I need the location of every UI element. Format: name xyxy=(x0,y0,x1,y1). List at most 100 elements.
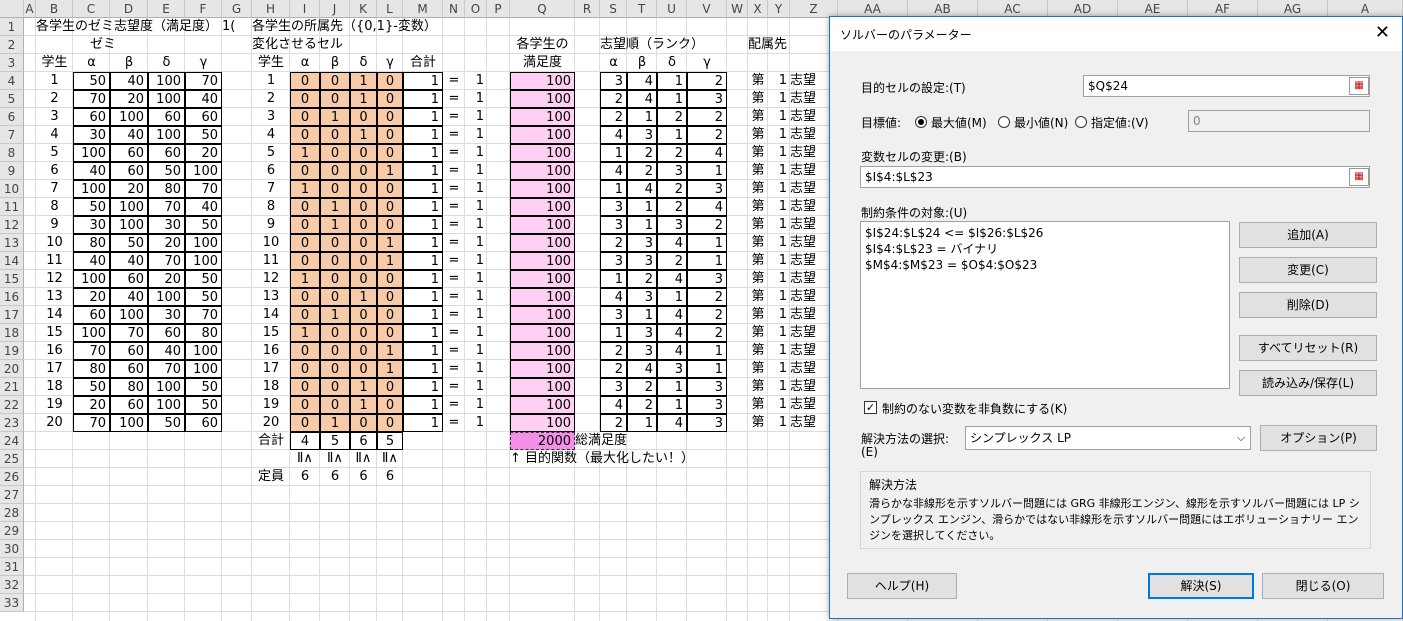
assign-cell[interactable]: 0 xyxy=(290,378,320,396)
capacity-label[interactable]: 定員 xyxy=(252,468,290,486)
placement-value[interactable]: 1 xyxy=(768,414,790,432)
objective-cell[interactable]: 2000 xyxy=(510,432,575,450)
preference-cell[interactable]: 50 xyxy=(185,270,222,288)
row-total[interactable]: 1 xyxy=(403,396,443,414)
rank-cell[interactable]: 1 xyxy=(627,306,657,324)
rank-cell[interactable]: 1 xyxy=(657,396,687,414)
rank-cell[interactable]: 3 xyxy=(627,342,657,360)
equals-sign[interactable]: = xyxy=(443,90,465,108)
assign-cell[interactable]: 0 xyxy=(350,252,377,270)
preference-cell[interactable]: 100 xyxy=(73,144,110,162)
student-id[interactable]: 13 xyxy=(252,288,290,306)
row-total[interactable]: 1 xyxy=(403,144,443,162)
preference-cell[interactable]: 70 xyxy=(110,324,148,342)
assign-cell[interactable]: 0 xyxy=(350,162,377,180)
preference-cell[interactable]: 20 xyxy=(185,144,222,162)
assign-cell[interactable]: 1 xyxy=(377,234,403,252)
row-header[interactable]: 7 xyxy=(0,126,24,144)
preference-cell[interactable]: 100 xyxy=(110,216,148,234)
rank-cell[interactable]: 4 xyxy=(627,90,657,108)
rhs-cell[interactable]: 1 xyxy=(465,90,487,108)
placement-prefix[interactable]: 第 xyxy=(748,396,768,414)
placement-value[interactable]: 1 xyxy=(768,378,790,396)
equals-sign[interactable]: = xyxy=(443,270,465,288)
preference-cell[interactable]: 80 xyxy=(73,234,110,252)
equals-sign[interactable]: = xyxy=(443,162,465,180)
rhs-cell[interactable]: 1 xyxy=(465,378,487,396)
student-id[interactable]: 20 xyxy=(36,414,73,432)
placement-value[interactable]: 1 xyxy=(768,360,790,378)
assign-cell[interactable]: 1 xyxy=(320,414,350,432)
rhs-cell[interactable]: 1 xyxy=(465,144,487,162)
row-total[interactable]: 1 xyxy=(403,342,443,360)
assign-cell[interactable]: 1 xyxy=(377,360,403,378)
student-id[interactable]: 1 xyxy=(36,72,73,90)
satisfaction-cell[interactable]: 100 xyxy=(510,216,575,234)
assign-cell[interactable]: 1 xyxy=(290,324,320,342)
rank-cell[interactable]: 4 xyxy=(627,180,657,198)
student-id[interactable]: 15 xyxy=(36,324,73,342)
column-header[interactable]: R xyxy=(575,0,600,18)
preference-cell[interactable]: 100 xyxy=(110,198,148,216)
row-total[interactable]: 1 xyxy=(403,126,443,144)
row-header[interactable]: 8 xyxy=(0,144,24,162)
rank-cell[interactable]: 2 xyxy=(687,126,727,144)
column-header[interactable]: V xyxy=(687,0,727,18)
preference-cell[interactable]: 70 xyxy=(148,360,185,378)
header-greek[interactable]: δ xyxy=(657,54,687,72)
assign-cell[interactable]: 0 xyxy=(320,144,350,162)
preference-cell[interactable]: 80 xyxy=(148,180,185,198)
placement-value[interactable]: 1 xyxy=(768,198,790,216)
preference-cell[interactable]: 40 xyxy=(73,252,110,270)
rank-cell[interactable]: 1 xyxy=(687,162,727,180)
assign-cell[interactable]: 0 xyxy=(350,216,377,234)
rank-cell[interactable]: 3 xyxy=(687,414,727,432)
leq-sign[interactable]: Ⅱ∧ xyxy=(320,450,350,468)
satisfaction-cell[interactable]: 100 xyxy=(510,234,575,252)
rank-cell[interactable]: 3 xyxy=(600,198,627,216)
rhs-cell[interactable]: 1 xyxy=(465,126,487,144)
preference-cell[interactable]: 20 xyxy=(110,90,148,108)
preference-cell[interactable]: 70 xyxy=(148,252,185,270)
satisfaction-cell[interactable]: 100 xyxy=(510,324,575,342)
assign-cell[interactable]: 1 xyxy=(350,288,377,306)
close-icon[interactable]: ✕ xyxy=(1375,22,1390,43)
assign-cell[interactable]: 1 xyxy=(290,180,320,198)
placement-value[interactable]: 1 xyxy=(768,90,790,108)
rank-cell[interactable]: 2 xyxy=(600,360,627,378)
constraint-item[interactable]: $M$4:$M$23 = $O$4:$O$23 xyxy=(865,257,1229,273)
rhs-cell[interactable]: 1 xyxy=(465,180,487,198)
assign-cell[interactable]: 0 xyxy=(377,144,403,162)
column-header[interactable]: M xyxy=(403,0,443,18)
row-header[interactable]: 5 xyxy=(0,90,24,108)
equals-sign[interactable]: = xyxy=(443,306,465,324)
rank-cell[interactable]: 1 xyxy=(627,198,657,216)
column-header[interactable]: W xyxy=(727,0,748,18)
preference-cell[interactable]: 40 xyxy=(185,198,222,216)
placement-prefix[interactable]: 第 xyxy=(748,216,768,234)
rank-cell[interactable]: 1 xyxy=(600,324,627,342)
preference-cell[interactable]: 50 xyxy=(73,198,110,216)
preference-cell[interactable]: 60 xyxy=(148,144,185,162)
assign-cell[interactable]: 1 xyxy=(320,198,350,216)
rank-cell[interactable]: 3 xyxy=(600,72,627,90)
assign-cell[interactable]: 0 xyxy=(290,198,320,216)
assign-cell[interactable]: 0 xyxy=(320,252,350,270)
preference-cell[interactable]: 100 xyxy=(148,90,185,108)
rank-cell[interactable]: 2 xyxy=(627,396,657,414)
change-button[interactable]: 変更(C) xyxy=(1239,257,1377,283)
assign-cell[interactable]: 0 xyxy=(290,234,320,252)
rank-cell[interactable]: 3 xyxy=(600,216,627,234)
satisfaction-cell[interactable]: 100 xyxy=(510,162,575,180)
row-total[interactable]: 1 xyxy=(403,288,443,306)
placement-prefix[interactable]: 第 xyxy=(748,414,768,432)
assign-cell[interactable]: 0 xyxy=(320,180,350,198)
preference-cell[interactable]: 70 xyxy=(185,72,222,90)
preference-cell[interactable]: 100 xyxy=(73,180,110,198)
row-total[interactable]: 1 xyxy=(403,72,443,90)
satisfaction-cell[interactable]: 100 xyxy=(510,180,575,198)
preference-cell[interactable]: 50 xyxy=(185,378,222,396)
rank-cell[interactable]: 3 xyxy=(600,378,627,396)
column-header[interactable]: G xyxy=(222,0,252,18)
row-header[interactable]: 22 xyxy=(0,396,24,414)
